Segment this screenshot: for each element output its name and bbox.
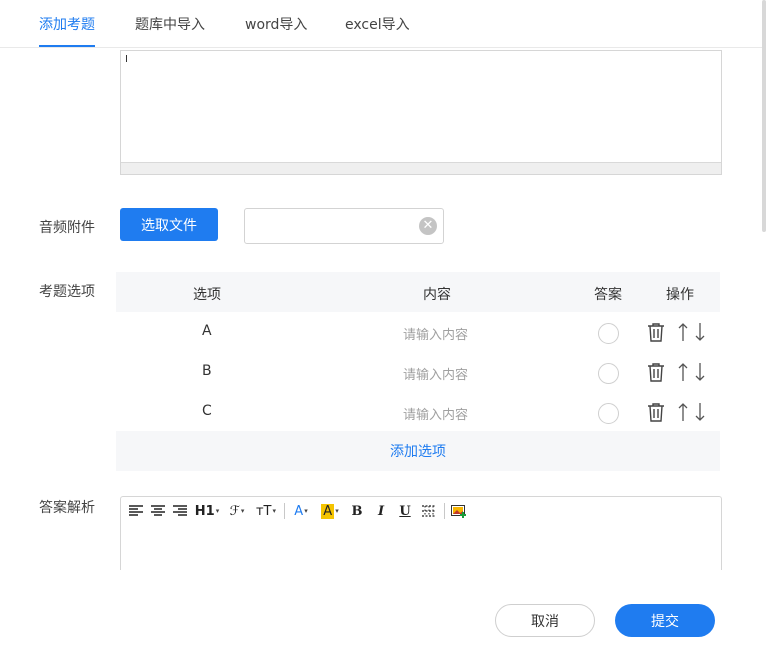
move-up-icon[interactable] bbox=[678, 362, 688, 382]
editor-toolbar: H1 ▾ ℱ ▾ тT ▾ A ▾ A ▾ B I U bbox=[127, 500, 473, 522]
editor-statusbar bbox=[121, 162, 721, 174]
question-editor[interactable] bbox=[120, 50, 722, 175]
chevron-down-icon: ▾ bbox=[335, 507, 339, 515]
chevron-down-icon: ▾ bbox=[240, 507, 245, 515]
bold-icon: B bbox=[351, 503, 363, 519]
font-size-dropdown[interactable]: тT ▾ bbox=[253, 501, 279, 521]
header-option: 选项 bbox=[193, 287, 221, 303]
tab-add-question[interactable]: 添加考题 bbox=[39, 14, 95, 34]
answer-analysis-label: 答案解析 bbox=[39, 500, 95, 516]
select-file-button[interactable]: 选取文件 bbox=[120, 208, 218, 241]
text-caret bbox=[126, 55, 127, 62]
bold-button[interactable]: B bbox=[347, 501, 367, 521]
chevron-down-icon: ▾ bbox=[304, 507, 308, 515]
tab-bar: 添加考题 题库中导入 word导入 excel导入 bbox=[0, 0, 766, 48]
move-down-icon[interactable] bbox=[695, 362, 705, 382]
font-size-icon: тT bbox=[255, 503, 272, 519]
trash-icon[interactable] bbox=[647, 322, 665, 342]
tab-excel-import[interactable]: excel导入 bbox=[345, 14, 410, 34]
table-row: C 请输入内容 bbox=[116, 392, 720, 432]
align-right-icon[interactable] bbox=[171, 501, 189, 521]
trash-icon[interactable] bbox=[647, 402, 665, 422]
align-center-icon[interactable] bbox=[149, 501, 167, 521]
option-letter: B bbox=[202, 363, 212, 379]
font-color-dropdown[interactable]: A ▾ bbox=[289, 501, 313, 521]
underline-button[interactable]: U bbox=[395, 501, 415, 521]
italic-icon: I bbox=[377, 503, 385, 519]
table-row: A 请输入内容 bbox=[116, 312, 720, 352]
move-up-icon[interactable] bbox=[678, 402, 688, 422]
trash-icon[interactable] bbox=[647, 362, 665, 382]
option-letter: A bbox=[202, 323, 212, 339]
scrollbar[interactable] bbox=[762, 0, 766, 232]
chevron-down-icon: ▾ bbox=[272, 507, 277, 515]
options-table: 选项 内容 答案 操作 A 请输入内容 B 请输入内容 C 请输入内容 添加选项 bbox=[116, 272, 720, 471]
toolbar-divider bbox=[444, 503, 445, 519]
question-options-label: 考题选项 bbox=[39, 284, 95, 300]
file-name-input[interactable]: ✕ bbox=[244, 208, 444, 244]
font-family-icon: ℱ bbox=[229, 503, 240, 519]
move-down-icon[interactable] bbox=[695, 322, 705, 342]
add-option-button[interactable]: 添加选项 bbox=[116, 431, 720, 471]
dialog-footer: 取消 提交 bbox=[0, 570, 766, 649]
toolbar-divider bbox=[284, 503, 285, 519]
active-tab-indicator bbox=[39, 45, 95, 47]
move-down-icon[interactable] bbox=[695, 402, 705, 422]
highlight-icon: A bbox=[321, 503, 335, 519]
header-answer: 答案 bbox=[594, 287, 622, 303]
heading-dropdown[interactable]: H1 ▾ bbox=[193, 501, 221, 521]
highlight-color-dropdown[interactable]: A ▾ bbox=[317, 501, 343, 521]
header-actions: 操作 bbox=[666, 287, 694, 303]
option-content-input[interactable]: 请输入内容 bbox=[403, 324, 468, 343]
font-family-dropdown[interactable]: ℱ ▾ bbox=[225, 501, 249, 521]
chevron-down-icon: ▾ bbox=[215, 507, 220, 515]
heading-label: H1 bbox=[194, 503, 215, 519]
options-table-header: 选项 内容 答案 操作 bbox=[116, 272, 720, 312]
option-content-input[interactable]: 请输入内容 bbox=[403, 364, 468, 383]
italic-button[interactable]: I bbox=[371, 501, 391, 521]
option-content-input[interactable]: 请输入内容 bbox=[403, 404, 468, 423]
tab-word-import[interactable]: word导入 bbox=[245, 14, 307, 34]
table-row: B 请输入内容 bbox=[116, 352, 720, 392]
align-left-icon[interactable] bbox=[127, 501, 145, 521]
move-up-icon[interactable] bbox=[678, 322, 688, 342]
answer-radio[interactable] bbox=[598, 323, 619, 344]
header-content: 内容 bbox=[423, 287, 451, 303]
audio-attachment-label: 音频附件 bbox=[39, 220, 95, 236]
font-color-icon: A bbox=[294, 503, 304, 519]
clear-icon[interactable]: ✕ bbox=[419, 217, 437, 235]
cancel-button[interactable]: 取消 bbox=[495, 604, 595, 637]
table-icon[interactable] bbox=[419, 501, 439, 521]
answer-radio[interactable] bbox=[598, 403, 619, 424]
option-letter: C bbox=[202, 403, 212, 419]
insert-image-icon[interactable] bbox=[449, 501, 469, 521]
submit-button[interactable]: 提交 bbox=[615, 604, 715, 637]
underline-icon: U bbox=[399, 503, 411, 519]
tab-import-from-bank[interactable]: 题库中导入 bbox=[135, 14, 205, 34]
answer-radio[interactable] bbox=[598, 363, 619, 384]
